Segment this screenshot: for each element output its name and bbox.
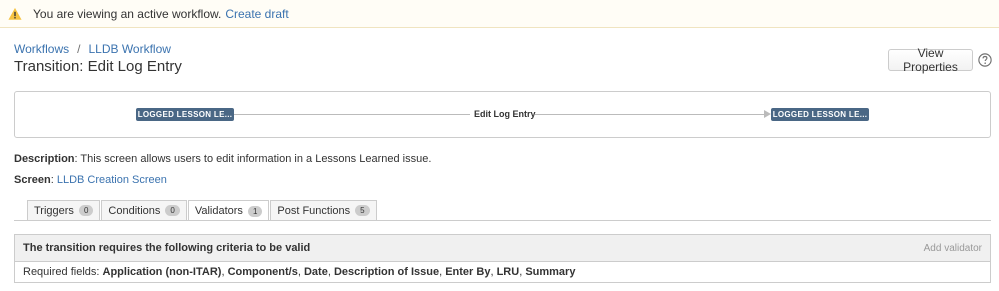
- screen-separator: :: [50, 174, 54, 186]
- required-field: Enter By: [445, 266, 491, 278]
- breadcrumb-separator: /: [77, 42, 81, 56]
- screen-link[interactable]: LLDB Creation Screen: [57, 174, 167, 186]
- view-properties-button[interactable]: View Properties: [888, 46, 973, 74]
- page-title: Transition: Edit Log Entry: [14, 58, 182, 75]
- required-fields-prefix: Required fields:: [23, 266, 100, 278]
- description-label: Description: [14, 153, 75, 165]
- count-badge: 1: [247, 205, 263, 217]
- tab-triggers[interactable]: Triggers 0: [27, 200, 101, 220]
- tab-label: Triggers: [34, 204, 74, 217]
- tab-post-functions[interactable]: Post Functions 5: [270, 200, 377, 220]
- description: Description: This screen allows users to…: [14, 153, 431, 165]
- required-field: Date: [303, 266, 328, 278]
- required-field: Summary: [525, 266, 576, 278]
- validators-panel: The transition requires the following cr…: [14, 234, 991, 283]
- help-icon[interactable]: [978, 53, 992, 67]
- breadcrumb-lldb-workflow[interactable]: LLDB Workflow: [88, 42, 170, 56]
- to-status-box[interactable]: LOGGED LESSON LE...: [771, 108, 869, 121]
- banner-message: You are viewing an active workflow.: [33, 6, 222, 21]
- create-draft-link[interactable]: Create draft: [225, 7, 288, 21]
- required-field: Description of Issue: [333, 266, 440, 278]
- required-field: LRU: [496, 266, 520, 278]
- description-text: : This screen allows users to edit infor…: [74, 153, 432, 165]
- transition-line: [234, 114, 470, 115]
- required-field: Component/s: [227, 266, 298, 278]
- screen-label: Screen: [14, 174, 51, 186]
- tabs-divider: [14, 220, 991, 221]
- screen-info: Screen: LLDB Creation Screen: [14, 174, 167, 186]
- count-badge: 5: [355, 205, 370, 216]
- add-validator-link[interactable]: Add validator: [924, 243, 982, 254]
- breadcrumb: Workflows / LLDB Workflow: [14, 42, 171, 56]
- validators-header: The transition requires the following cr…: [15, 235, 990, 262]
- tab-label: Conditions: [108, 204, 161, 217]
- tab-label: Validators: [194, 205, 243, 217]
- transition-diagram: LOGGED LESSON LE... Edit Log Entry LOGGE…: [14, 91, 991, 138]
- from-status-box[interactable]: LOGGED LESSON LE...: [136, 108, 234, 121]
- transition-tabs: Triggers 0 Conditions 0 Validators 1 Pos…: [27, 200, 378, 221]
- active-workflow-banner: You are viewing an active workflow. Crea…: [0, 0, 999, 28]
- validators-heading: The transition requires the following cr…: [23, 242, 311, 254]
- arrow-head-icon: [764, 110, 771, 118]
- tab-validators[interactable]: Validators 1: [187, 200, 270, 221]
- count-badge: 0: [165, 205, 180, 216]
- transition-line: [535, 114, 767, 115]
- warning-icon: [8, 7, 22, 20]
- validator-row: Required fields: Application (non-ITAR),…: [23, 266, 576, 278]
- count-badge: 0: [78, 205, 94, 216]
- breadcrumb-workflows[interactable]: Workflows: [14, 42, 69, 56]
- tab-label: Post Functions: [277, 204, 351, 217]
- tab-conditions[interactable]: Conditions 0: [101, 200, 187, 220]
- required-field: Application (non-ITAR): [102, 266, 222, 278]
- transition-label: Edit Log Entry: [474, 109, 536, 119]
